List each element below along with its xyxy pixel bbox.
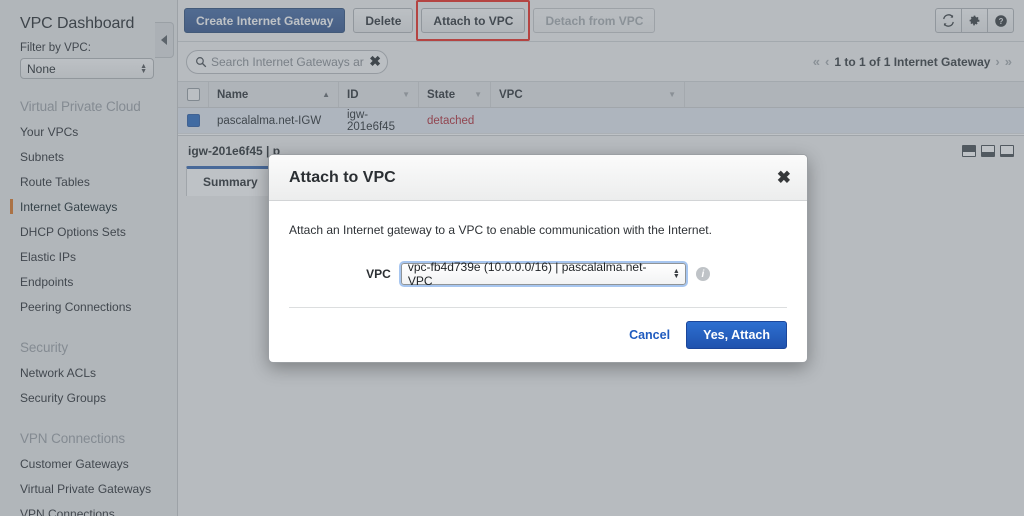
dialog-body: Attach an Internet gateway to a VPC to e… — [269, 201, 807, 308]
dialog-title: Attach to VPC — [289, 168, 396, 186]
vpc-field-label: VPC — [366, 267, 391, 281]
vpc-field-row: VPC vpc-fb4d739e (10.0.0.0/16) | pascala… — [289, 260, 787, 308]
close-icon[interactable]: ✖ — [777, 169, 791, 186]
cancel-button[interactable]: Cancel — [629, 328, 670, 342]
info-icon[interactable]: i — [695, 267, 710, 281]
confirm-attach-button[interactable]: Yes, Attach — [686, 321, 787, 349]
vpc-select-value: vpc-fb4d739e (10.0.0.0/16) | pascalalma.… — [407, 260, 647, 288]
vpc-console-page: VPC Dashboard Filter by VPC: None ▲ ▼ Vir… — [0, 0, 1024, 516]
vpc-select[interactable]: vpc-fb4d739e (10.0.0.0/16) | pascalalma.… — [400, 260, 686, 288]
stepper-icon: ▲ ▼ — [672, 268, 680, 280]
dialog-header: Attach to VPC ✖ — [269, 155, 807, 201]
attach-to-vpc-dialog: Attach to VPC ✖ Attach an Internet gatew… — [268, 154, 808, 363]
dialog-footer: Cancel Yes, Attach — [269, 308, 807, 362]
dialog-description: Attach an Internet gateway to a VPC to e… — [289, 223, 712, 237]
